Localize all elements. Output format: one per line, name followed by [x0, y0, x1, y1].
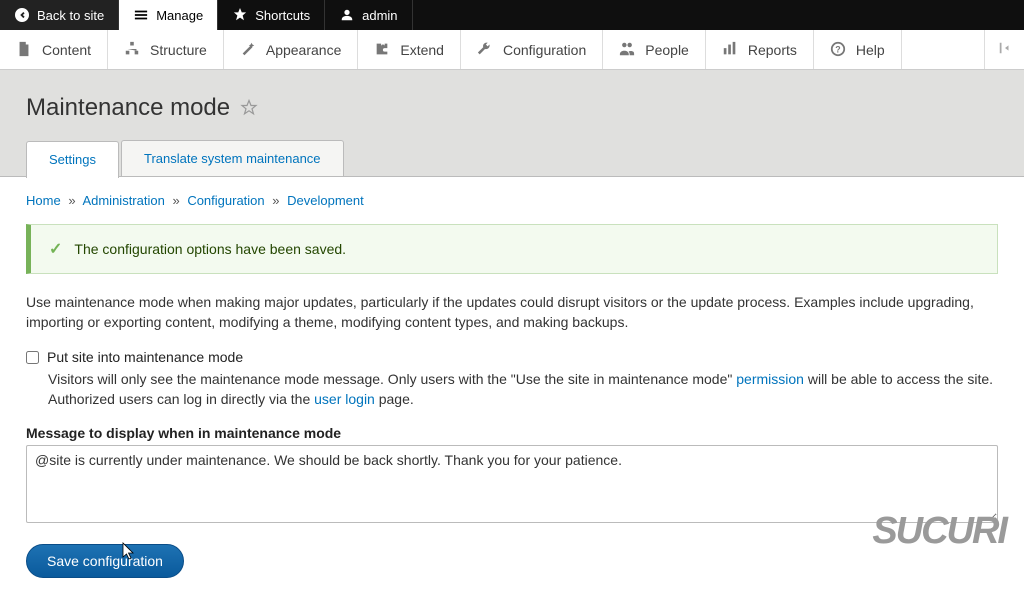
user-label: admin	[362, 8, 397, 23]
permission-link[interactable]: permission	[736, 371, 804, 387]
collapse-icon	[998, 41, 1012, 58]
shortcut-star-icon[interactable]	[240, 99, 258, 117]
message-label: Message to display when in maintenance m…	[26, 425, 998, 441]
admin-item-label: Extend	[400, 42, 444, 58]
maintenance-message-textarea[interactable]	[26, 445, 998, 523]
hamburger-icon	[133, 7, 149, 23]
breadcrumb-config[interactable]: Configuration	[187, 193, 264, 208]
tab-translate[interactable]: Translate system maintenance	[121, 140, 344, 176]
manage-toggle[interactable]: Manage	[119, 0, 218, 30]
admin-item-label: Structure	[150, 42, 207, 58]
admin-item-configuration[interactable]: Configuration	[461, 30, 603, 69]
wand-icon	[240, 41, 258, 59]
status-message: ✓ The configuration options have been sa…	[26, 224, 998, 274]
bars-icon	[722, 41, 740, 59]
back-to-site[interactable]: Back to site	[0, 0, 119, 30]
save-configuration-button[interactable]: Save configuration	[26, 544, 184, 578]
breadcrumb-home[interactable]: Home	[26, 193, 61, 208]
admin-item-extend[interactable]: Extend	[358, 30, 461, 69]
star-icon	[232, 7, 248, 23]
check-icon: ✓	[49, 239, 62, 259]
puzzle-icon	[374, 41, 392, 59]
admin-item-label: Configuration	[503, 42, 586, 58]
shortcuts-label: Shortcuts	[255, 8, 310, 23]
maintenance-mode-label[interactable]: Put site into maintenance mode	[47, 349, 243, 365]
admin-item-label: Appearance	[266, 42, 342, 58]
admin-item-label: People	[645, 42, 689, 58]
status-text: The configuration options have been save…	[74, 241, 346, 257]
admin-item-label: Help	[856, 42, 885, 58]
admin-item-label: Reports	[748, 42, 797, 58]
admin-item-label: Content	[42, 42, 91, 58]
admin-item-people[interactable]: People	[603, 30, 706, 69]
document-icon	[16, 41, 34, 59]
admin-item-appearance[interactable]: Appearance	[224, 30, 359, 69]
user-menu[interactable]: admin	[325, 0, 412, 30]
breadcrumb-dev[interactable]: Development	[287, 193, 364, 208]
admin-item-help[interactable]: ? Help	[814, 30, 902, 69]
user-login-link[interactable]: user login	[314, 391, 375, 407]
tab-settings[interactable]: Settings	[26, 141, 119, 178]
toolbar-orientation-toggle[interactable]	[984, 30, 1024, 69]
shortcuts-toggle[interactable]: Shortcuts	[218, 0, 325, 30]
page-title: Maintenance mode	[26, 94, 230, 122]
breadcrumb-admin[interactable]: Administration	[82, 193, 164, 208]
maintenance-mode-checkbox[interactable]	[26, 351, 39, 364]
back-arrow-icon	[14, 7, 30, 23]
manage-label: Manage	[156, 8, 203, 23]
structure-icon	[124, 41, 142, 59]
breadcrumb: Home » Administration » Configuration » …	[26, 193, 998, 208]
checkbox-description: Visitors will only see the maintenance m…	[48, 369, 998, 410]
admin-item-reports[interactable]: Reports	[706, 30, 814, 69]
help-text: Use maintenance mode when making major u…	[26, 292, 998, 333]
svg-text:?: ?	[835, 44, 840, 54]
admin-item-content[interactable]: Content	[0, 30, 108, 69]
admin-item-structure[interactable]: Structure	[108, 30, 224, 69]
help-icon: ?	[830, 41, 848, 59]
people-icon	[619, 41, 637, 59]
back-to-site-label: Back to site	[37, 8, 104, 23]
user-icon	[339, 7, 355, 23]
wrench-icon	[477, 41, 495, 59]
